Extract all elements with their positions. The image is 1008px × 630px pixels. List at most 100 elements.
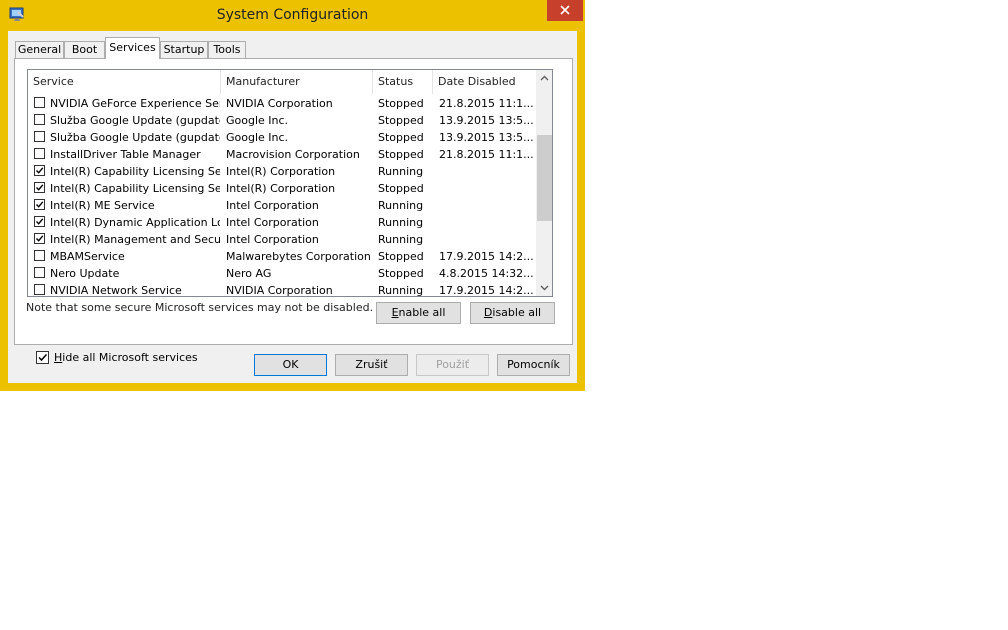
checkmark-icon — [36, 201, 44, 208]
row-checkbox[interactable] — [34, 148, 45, 159]
help-button[interactable]: Pomocník — [497, 354, 570, 376]
cancel-button[interactable]: Zrušiť — [335, 354, 408, 376]
cell-status: Running — [378, 284, 424, 297]
table-row[interactable]: NVIDIA Network Service NVIDIA Corporation… — [28, 282, 536, 297]
column-header-manufacturer[interactable]: Manufacturer — [221, 70, 373, 94]
hide-ms-label: Hide all Microsoft services — [54, 351, 198, 364]
services-list[interactable]: Service Manufacturer Status Date Disable… — [27, 69, 553, 297]
table-row[interactable]: Intel(R) Dynamic Application Loa... Intel… — [28, 214, 536, 231]
row-checkbox[interactable] — [34, 199, 45, 210]
vertical-scrollbar[interactable] — [536, 70, 552, 296]
table-row[interactable]: Intel(R) ME Service Intel Corporation Runn… — [28, 197, 536, 214]
cell-service: Služba Google Update (gupdate) — [50, 114, 220, 127]
enable-all-button[interactable]: Enable all — [376, 302, 461, 324]
cell-manufacturer: Intel Corporation — [226, 216, 319, 229]
cell-manufacturer: Malwarebytes Corporation — [226, 250, 371, 263]
table-row[interactable]: NVIDIA GeForce Experience Ser... NVIDIA C… — [28, 95, 536, 112]
row-checkbox[interactable] — [34, 250, 45, 261]
window-title: System Configuration — [216, 7, 369, 23]
column-header-service[interactable]: Service — [28, 70, 221, 94]
cell-status: Running — [378, 233, 424, 246]
cell-status: Stopped — [378, 131, 424, 144]
row-checkbox[interactable] — [34, 131, 45, 142]
scroll-down-button[interactable] — [536, 279, 552, 296]
cell-manufacturer: Intel Corporation — [226, 233, 319, 246]
table-row[interactable]: InstallDriver Table Manager Macrovision C… — [28, 146, 536, 163]
hide-ms-check-box[interactable] — [36, 351, 49, 364]
chevron-down-icon — [540, 285, 549, 291]
disable-all-button[interactable]: Disable all — [470, 302, 555, 324]
checkmark-icon — [36, 235, 44, 242]
system-configuration-window: System Configuration General Boot Servic… — [0, 0, 585, 391]
cell-status: Stopped — [378, 114, 424, 127]
column-header-date-disabled[interactable]: Date Disabled — [433, 70, 536, 94]
dialog-client-area: General Boot Services Startup Tools Serv… — [8, 31, 577, 383]
column-header-status[interactable]: Status — [373, 70, 433, 94]
table-row[interactable]: Intel(R) Capability Licensing Ser... Inte… — [28, 180, 536, 197]
hide-ms-label-text: ide all Microsoft services — [62, 351, 198, 364]
cell-status: Running — [378, 165, 424, 178]
tab-startup[interactable]: Startup — [160, 41, 208, 58]
cell-date-disabled: 13.9.2015 13:5... — [439, 114, 534, 127]
enable-all-accel: E — [391, 306, 399, 319]
tab-tools[interactable]: Tools — [208, 41, 246, 58]
cell-manufacturer: Macrovision Corporation — [226, 148, 360, 161]
cell-manufacturer: Intel(R) Corporation — [226, 182, 336, 195]
title-bar[interactable]: System Configuration — [0, 0, 585, 30]
disable-all-label: isable all — [492, 306, 542, 319]
cell-date-disabled: 17.9.2015 14:2... — [439, 284, 534, 297]
checkmark-icon — [36, 218, 44, 225]
cell-status: Running — [378, 199, 424, 212]
cell-status: Stopped — [378, 250, 424, 263]
table-row[interactable]: Služba Google Update (gupdate) Google Inc… — [28, 112, 536, 129]
enable-all-label: nable all — [398, 306, 446, 319]
cell-date-disabled — [439, 180, 535, 197]
row-checkbox[interactable] — [34, 284, 45, 295]
apply-button[interactable]: Použiť — [416, 354, 489, 376]
cell-service: Intel(R) ME Service — [50, 199, 155, 212]
cell-date-disabled — [439, 197, 535, 214]
row-checkbox[interactable] — [34, 267, 45, 278]
checkmark-icon — [36, 167, 44, 174]
table-row[interactable]: Intel(R) Capability Licensing Ser... Inte… — [28, 163, 536, 180]
tab-general[interactable]: General — [15, 41, 64, 58]
checkmark-icon — [36, 184, 44, 191]
cell-service: NVIDIA Network Service — [50, 284, 182, 297]
row-checkbox[interactable] — [34, 97, 45, 108]
cell-service: Intel(R) Dynamic Application Loa... — [50, 216, 220, 229]
row-checkbox[interactable] — [34, 165, 45, 176]
cell-manufacturer: Intel Corporation — [226, 199, 319, 212]
row-checkbox[interactable] — [34, 182, 45, 193]
row-checkbox[interactable] — [34, 233, 45, 244]
services-tab-panel: Service Manufacturer Status Date Disable… — [14, 58, 573, 364]
cell-manufacturer: NVIDIA Corporation — [226, 97, 333, 110]
cell-status: Stopped — [378, 267, 424, 280]
cell-service: Intel(R) Capability Licensing Ser... — [50, 182, 220, 195]
checkmark-icon — [38, 353, 48, 362]
cell-service: NVIDIA GeForce Experience Ser... — [50, 97, 220, 110]
tab-services[interactable]: Services — [105, 37, 160, 59]
cell-service: Nero Update — [50, 267, 120, 280]
cell-status: Stopped — [378, 97, 424, 110]
tab-boot[interactable]: Boot — [64, 41, 105, 58]
cell-service: Služba Google Update (gupdatem) — [50, 131, 220, 144]
table-row[interactable]: Nero Update Nero AG Stopped 4.8.2015 14:32.… — [28, 265, 536, 282]
row-checkbox[interactable] — [34, 114, 45, 125]
cell-status: Stopped — [378, 148, 424, 161]
cell-service: MBAMService — [50, 250, 125, 263]
cell-date-disabled: 17.9.2015 14:2... — [439, 250, 534, 263]
scroll-up-button[interactable] — [536, 70, 552, 87]
table-row[interactable]: MBAMService Malwarebytes Corporation Stopp… — [28, 248, 536, 265]
cell-service: InstallDriver Table Manager — [50, 148, 201, 161]
cell-manufacturer: Intel(R) Corporation — [226, 165, 336, 178]
cell-date-disabled: 21.8.2015 11:1... — [439, 97, 534, 110]
scroll-thumb[interactable] — [537, 135, 552, 221]
row-checkbox[interactable] — [34, 216, 45, 227]
close-button[interactable] — [547, 0, 583, 21]
table-row[interactable]: Intel(R) Management and Securi... Intel C… — [28, 231, 536, 248]
table-row[interactable]: Služba Google Update (gupdatem) Google In… — [28, 129, 536, 146]
cell-date-disabled — [439, 231, 535, 248]
secure-services-note: Note that some secure Microsoft services… — [26, 301, 374, 314]
ok-button[interactable]: OK — [254, 354, 327, 376]
cell-date-disabled: 13.9.2015 13:5... — [439, 131, 534, 144]
